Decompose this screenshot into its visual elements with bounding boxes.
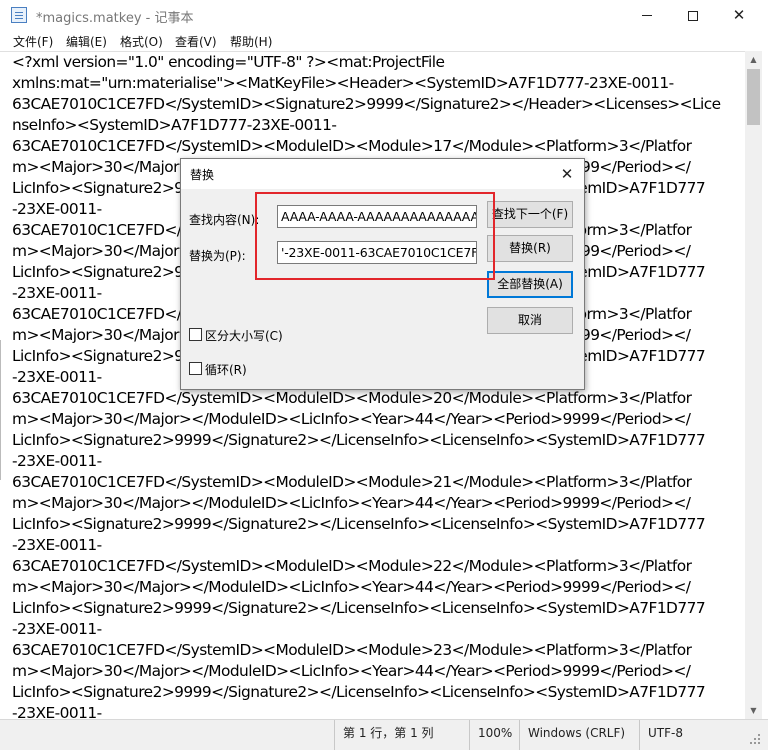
match-case-box[interactable] <box>189 328 202 341</box>
find-next-button[interactable]: 查找下一个(F) <box>487 201 573 228</box>
title-bar: *magics.matkey - 记事本 ✕ <box>0 0 768 31</box>
zoom-level: 100% <box>469 720 519 750</box>
minimize-icon <box>642 15 652 16</box>
menu-file[interactable]: 文件(F) <box>13 33 53 50</box>
editor-line: 63CAE7010C1CE7FD</SystemID><ModuleID><Mo… <box>12 641 692 659</box>
editor-line: m><Major>30</Major></ModuleID><LicInfo><… <box>12 494 691 512</box>
editor-line: -23XE-0011- <box>12 536 102 554</box>
editor-line: m><Major>30</Major></ModuleID><LicInfo><… <box>12 578 691 596</box>
dialog-title-bar[interactable]: 替换 ✕ <box>181 159 584 189</box>
close-button[interactable]: ✕ <box>716 0 762 31</box>
menu-help[interactable]: 帮助(H) <box>230 33 272 50</box>
editor-line: nseInfo><SystemID>A7F1D777-23XE-0011- <box>12 116 337 134</box>
editor-line: 63CAE7010C1CE7FD</SystemID><ModuleID><Mo… <box>12 557 692 575</box>
dialog-title: 替换 <box>190 168 215 182</box>
editor-line: -23XE-0011- <box>12 620 102 638</box>
menu-view[interactable]: 查看(V) <box>175 33 217 50</box>
cursor-position: 第 1 行，第 1 列 <box>334 720 468 750</box>
editor-line: m><Major>30</Major></ModuleID><LicInfo><… <box>12 410 691 428</box>
menu-format[interactable]: 格式(O) <box>120 33 163 50</box>
editor-line: -23XE-0011- <box>12 452 102 470</box>
scrollbar-thumb[interactable] <box>747 69 760 125</box>
wrap-around-box[interactable] <box>189 362 202 375</box>
editor-line: 63CAE7010C1CE7FD</SystemID><ModuleID><Mo… <box>12 473 692 491</box>
find-label: 查找内容(N): <box>189 213 260 227</box>
editor-line: 63CAE7010C1CE7FD</SystemID><ModuleID><Mo… <box>12 389 692 407</box>
editor-line: LicInfo><Signature2>9999</Signature2></L… <box>12 599 706 617</box>
editor-line: 63CAE7010C1CE7FD</SystemID><ModuleID><Mo… <box>12 137 692 155</box>
editor-line: LicInfo><Signature2>9999</Signature2></L… <box>12 515 706 533</box>
highlight-annotation <box>255 192 495 280</box>
dialog-close-icon[interactable]: ✕ <box>556 163 578 185</box>
scroll-up-icon[interactable]: ▲ <box>745 51 762 68</box>
maximize-button[interactable] <box>670 0 716 31</box>
wrap-around-label: 循环(R) <box>205 363 247 377</box>
editor-line: LicInfo><Signature2>9999</Signature2></L… <box>12 431 706 449</box>
close-icon: ✕ <box>732 6 746 24</box>
editor-line: 63CAE7010C1CE7FD</SystemID><Signature2>9… <box>12 95 721 113</box>
replace-label: 替换为(P): <box>189 249 246 263</box>
notepad-icon <box>11 7 27 23</box>
replace-all-button[interactable]: 全部替换(A) <box>487 271 573 298</box>
match-case-label: 区分大小写(C) <box>205 329 283 343</box>
cancel-button[interactable]: 取消 <box>487 307 573 334</box>
editor-line: m><Major>30</Major></ModuleID><LicInfo><… <box>12 662 691 680</box>
resize-grip-icon[interactable] <box>750 734 762 746</box>
menu-edit[interactable]: 编辑(E) <box>66 33 107 50</box>
editor-line: -23XE-0011- <box>12 704 102 719</box>
editor-line: xmlns:mat="urn:materialise"><MatKeyFile>… <box>12 74 674 92</box>
vertical-scrollbar[interactable]: ▲ ▼ <box>745 51 762 719</box>
editor-line: <?xml version="1.0" encoding="UTF-8" ?><… <box>12 53 445 71</box>
minimize-button[interactable] <box>624 0 670 31</box>
editor-line: LicInfo><Signature2>9999</Signature2></L… <box>12 683 706 701</box>
replace-button[interactable]: 替换(R) <box>487 235 573 262</box>
window-title: *magics.matkey - 记事本 <box>36 11 194 26</box>
status-bar: 第 1 行，第 1 列 100% Windows (CRLF) UTF-8 <box>0 719 768 750</box>
menu-bar: 文件(F) 编辑(E) 格式(O) 查看(V) 帮助(H) <box>0 31 768 51</box>
file-encoding: UTF-8 <box>639 720 745 750</box>
match-case-checkbox[interactable]: 区分大小写(C) <box>189 326 299 343</box>
wrap-around-checkbox[interactable]: 循环(R) <box>189 360 299 377</box>
maximize-icon <box>688 10 698 21</box>
line-ending: Windows (CRLF) <box>519 720 639 750</box>
background-window-edge <box>0 340 6 480</box>
scroll-down-icon[interactable]: ▼ <box>745 702 762 719</box>
